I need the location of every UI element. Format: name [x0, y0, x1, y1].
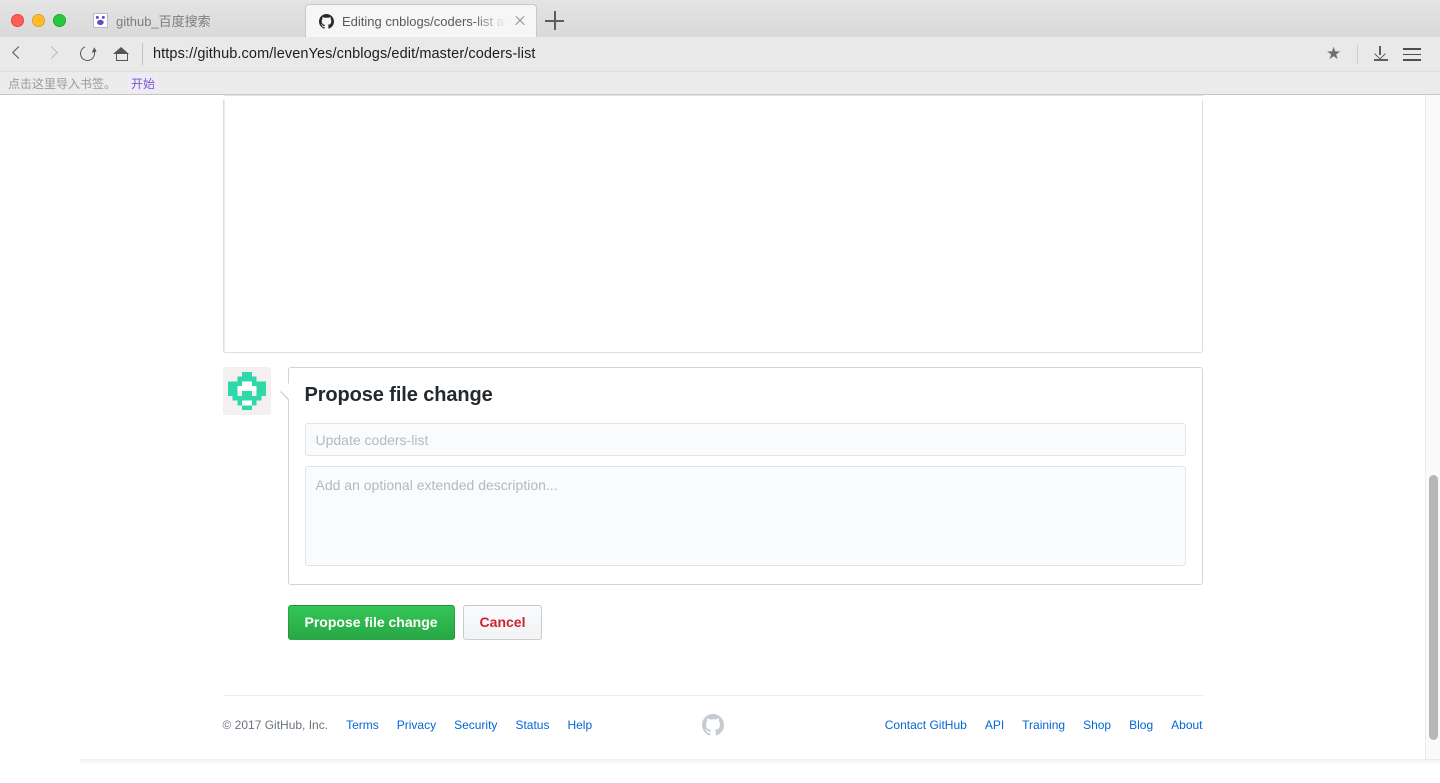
commit-summary-input[interactable] — [304, 423, 1186, 456]
page-viewport: Propose file change Propose file change … — [0, 95, 1425, 760]
footer-link-api[interactable]: API — [985, 718, 1004, 732]
file-editor-box[interactable] — [222, 95, 1204, 353]
menu-icon[interactable] — [1396, 39, 1428, 69]
reload-icon[interactable] — [72, 39, 102, 69]
toolbar-divider — [142, 43, 143, 65]
footer-link-status[interactable]: Status — [515, 718, 549, 732]
footer-link-training[interactable]: Training — [1022, 718, 1065, 732]
copyright-text: © 2017 GitHub, Inc. — [222, 717, 329, 732]
footer-link-security[interactable]: Security — [454, 718, 497, 732]
avatar — [222, 367, 271, 415]
footer-link-privacy[interactable]: Privacy — [397, 718, 436, 732]
maximize-window-button[interactable] — [53, 14, 66, 27]
new-tab-button[interactable] — [545, 11, 565, 31]
editor-top-border — [223, 95, 1204, 96]
desktop-strip — [0, 759, 1440, 783]
footer-left-links: © 2017 GitHub, Inc. Terms Privacy Securi… — [223, 718, 698, 732]
window-shadow — [80, 759, 1440, 765]
url-toolbar: https://github.com/levenYes/cnblogs/edit… — [0, 37, 1440, 71]
footer-link-blog[interactable]: Blog — [1129, 718, 1153, 732]
tab-title: Editing cnblogs/coders-list at — [342, 13, 506, 29]
toolbar-actions: ★ — [1319, 39, 1440, 69]
github-icon — [318, 13, 334, 29]
footer-link-terms[interactable]: Terms — [346, 718, 379, 732]
home-icon[interactable] — [106, 39, 136, 69]
commit-description-textarea[interactable] — [304, 466, 1186, 566]
browser-tab-active[interactable]: Editing cnblogs/coders-list at — [305, 4, 537, 37]
content-container: Propose file change Propose file change … — [222, 95, 1204, 736]
editor-gutter — [223, 100, 225, 352]
import-bookmarks-start-link[interactable]: 开始 — [128, 73, 159, 93]
propose-file-change-button[interactable]: Propose file change — [287, 605, 455, 640]
minimize-window-button[interactable] — [32, 14, 45, 27]
forward-icon[interactable] — [38, 39, 68, 69]
cancel-button[interactable]: Cancel — [462, 605, 543, 640]
identicon-icon — [222, 367, 271, 415]
footer-link-about[interactable]: About — [1171, 718, 1202, 732]
baidu-icon — [92, 13, 108, 29]
toolbar-divider-2 — [1357, 44, 1358, 64]
page-title: Propose file change — [304, 384, 493, 406]
close-window-button[interactable] — [11, 14, 24, 27]
import-bookmarks-hint: 点击这里导入书签。 — [8, 76, 117, 91]
footer-link-shop[interactable]: Shop — [1083, 718, 1111, 732]
scrollbar-thumb[interactable] — [1429, 475, 1438, 740]
propose-file-change-section: Propose file change — [222, 367, 1203, 585]
window-traffic-lights[interactable] — [11, 14, 66, 27]
footer-link-contact-github[interactable]: Contact GitHub — [885, 718, 967, 732]
commit-panel: Propose file change — [279, 367, 1203, 585]
address-bar[interactable]: https://github.com/levenYes/cnblogs/edit… — [153, 46, 1319, 62]
tab-strip: github_百度搜索 Editing cnblogs/coders-list … — [0, 0, 1440, 37]
page-scrollbar[interactable] — [1425, 95, 1440, 760]
back-icon[interactable] — [4, 39, 34, 69]
bookmarks-bar: 点击这里导入书签。 开始 — [0, 71, 1440, 94]
tab-title: github_百度搜索 — [116, 14, 211, 29]
screen-root: github_百度搜索 Editing cnblogs/coders-list … — [0, 0, 1440, 783]
download-icon[interactable] — [1364, 39, 1396, 69]
footer-link-help[interactable]: Help — [567, 718, 592, 732]
footer-right-links: Contact GitHub API Training Shop Blog Ab… — [728, 718, 1203, 732]
browser-chrome: github_百度搜索 Editing cnblogs/coders-list … — [0, 0, 1440, 95]
bookmark-star-icon[interactable]: ★ — [1319, 39, 1351, 69]
github-mark-icon — [698, 713, 728, 736]
browser-tab-inactive[interactable]: github_百度搜索 — [80, 4, 280, 37]
close-icon[interactable] — [512, 13, 528, 29]
commit-actions: Propose file change Cancel — [287, 605, 1203, 640]
site-footer: © 2017 GitHub, Inc. Terms Privacy Securi… — [222, 694, 1203, 736]
